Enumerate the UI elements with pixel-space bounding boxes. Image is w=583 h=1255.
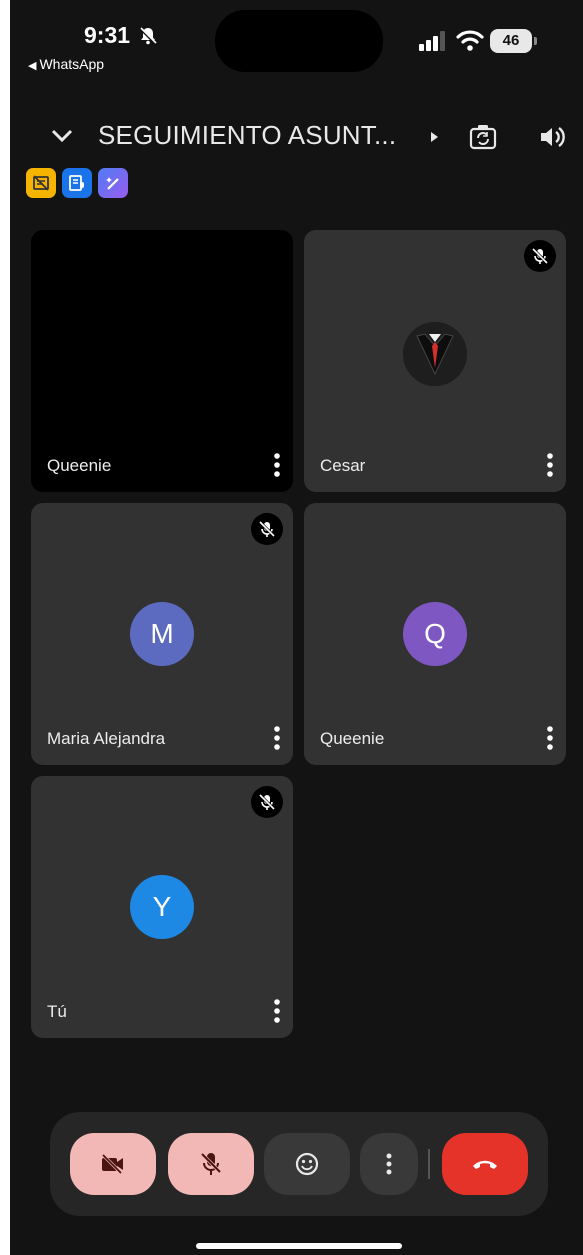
- participant-tile[interactable]: Y Tú: [31, 776, 293, 1038]
- status-time: 9:31: [84, 22, 131, 48]
- reactions-button[interactable]: [264, 1133, 350, 1195]
- back-app-label: WhatsApp: [39, 56, 105, 72]
- cellular-signal-icon: [419, 31, 445, 51]
- suit-logo-icon: [403, 322, 467, 386]
- mic-off-icon: [200, 1152, 222, 1175]
- avatar: Q: [403, 602, 467, 666]
- more-options-button[interactable]: [360, 1133, 418, 1195]
- chevron-down-icon[interactable]: [48, 124, 76, 148]
- participant-name: Maria Alejandra: [47, 729, 166, 748]
- participant-name: Cesar: [320, 456, 366, 475]
- participant-name: Queenie: [47, 456, 112, 475]
- more-vert-icon[interactable]: [546, 725, 554, 751]
- mic-off-badge: [251, 513, 283, 545]
- avatar: [403, 322, 467, 386]
- back-arrow-icon: ◀: [28, 60, 37, 72]
- switch-camera-icon[interactable]: [468, 122, 498, 152]
- mic-toggle-button[interactable]: [168, 1133, 254, 1195]
- meeting-feature-chips: [26, 168, 128, 198]
- more-vert-icon[interactable]: [273, 452, 281, 478]
- more-vert-icon[interactable]: [273, 725, 281, 751]
- no-notes-icon: [33, 175, 49, 191]
- mic-off-badge: [524, 240, 556, 272]
- back-to-app-link[interactable]: ◀ WhatsApp: [28, 56, 104, 72]
- control-divider: [428, 1149, 430, 1179]
- meet-call-screen: 9:31 ◀WhatsApp 46 SEGUIMIENTO ASUNT...: [10, 0, 583, 1255]
- wifi-icon: [456, 30, 484, 51]
- camera-toggle-button[interactable]: [70, 1133, 156, 1195]
- speaker-icon[interactable]: [538, 124, 566, 150]
- participant-tile[interactable]: Q Queenie: [304, 503, 566, 765]
- participant-tile[interactable]: Queenie: [31, 230, 293, 492]
- more-vert-icon[interactable]: [273, 998, 281, 1024]
- avatar: M: [130, 602, 194, 666]
- battery-nub: [534, 37, 537, 45]
- transcript-icon: [69, 175, 84, 191]
- home-indicator[interactable]: [196, 1243, 402, 1249]
- avatar: Y: [130, 875, 194, 939]
- more-vert-icon: [386, 1153, 392, 1175]
- dynamic-island: [215, 10, 383, 72]
- mic-off-icon: [531, 247, 549, 265]
- end-call-button[interactable]: [442, 1133, 528, 1195]
- magic-pen-icon: [106, 177, 119, 190]
- captions-off-chip[interactable]: [26, 168, 56, 198]
- bell-off-icon: [139, 27, 157, 45]
- camera-off-icon: [101, 1153, 123, 1175]
- call-control-bar: [50, 1112, 548, 1216]
- participant-name: Queenie: [320, 729, 385, 748]
- emoji-icon: [295, 1152, 319, 1176]
- hang-up-icon: [473, 1160, 497, 1169]
- transcript-chip[interactable]: [62, 168, 92, 198]
- battery-indicator: 46: [490, 29, 532, 53]
- mic-off-badge: [251, 786, 283, 818]
- more-vert-icon[interactable]: [546, 452, 554, 478]
- participant-name: Tú: [47, 1002, 67, 1021]
- participant-tile[interactable]: Cesar: [304, 230, 566, 492]
- mic-off-icon: [258, 793, 276, 811]
- mic-off-icon: [258, 520, 276, 538]
- expand-arrow-icon[interactable]: [428, 130, 440, 144]
- participant-tile[interactable]: M Maria Alejandra: [31, 503, 293, 765]
- gemini-notes-chip[interactable]: [98, 168, 128, 198]
- meeting-title[interactable]: SEGUIMIENTO ASUNT...: [98, 120, 396, 151]
